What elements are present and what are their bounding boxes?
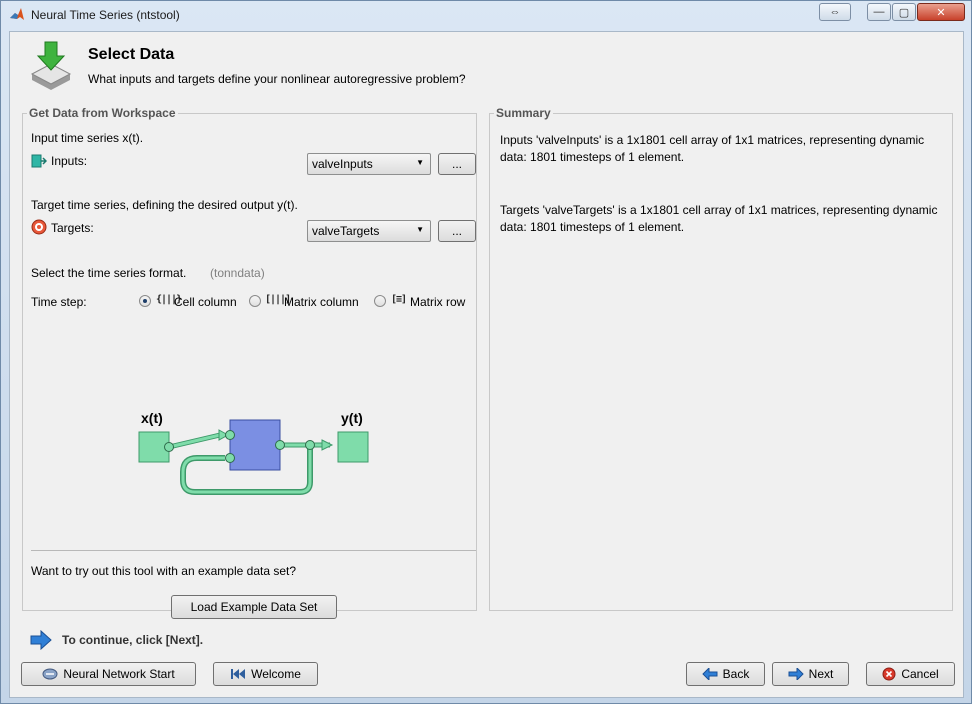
maximize-button[interactable]: ▢ <box>892 3 916 21</box>
matrix-column-radio[interactable] <box>249 295 261 307</box>
network-block <box>229 419 281 471</box>
load-example-button[interactable]: Load Example Data Set <box>171 595 337 619</box>
matrix-column-icon: [|||] <box>265 294 291 305</box>
cancel-icon <box>882 667 896 681</box>
inputs-select[interactable]: valveInputs ▼ <box>307 153 431 175</box>
continue-hint: To continue, click [Next]. <box>62 633 204 647</box>
title-bar[interactable]: Neural Time Series (ntstool) ⇔ — ▢ ✕ <box>1 1 971 29</box>
matrix-row-radio[interactable] <box>374 295 386 307</box>
inputs-icon <box>31 154 47 168</box>
arrow-left-icon <box>701 668 718 680</box>
arrow-right-icon <box>30 630 52 650</box>
inputs-label: Inputs: <box>51 154 88 168</box>
targets-select[interactable]: valveTargets ▼ <box>307 220 431 242</box>
chevron-down-icon: ▼ <box>416 158 424 167</box>
client-area: Select Data What inputs and targets defi… <box>9 31 964 698</box>
narx-diagram: x(t) y(t) <box>138 410 369 495</box>
targets-icon <box>31 219 47 235</box>
cell-column-radio[interactable] <box>139 295 151 307</box>
cancel-button[interactable]: Cancel <box>866 662 955 686</box>
cell-column-icon: {|||} <box>156 294 182 305</box>
workspace-panel-title: Get Data from Workspace <box>27 106 178 120</box>
matrix-row-label[interactable]: Matrix row <box>410 295 465 309</box>
welcome-button[interactable]: Welcome <box>213 662 318 686</box>
timestep-label: Time step: <box>31 295 87 309</box>
neural-network-start-button[interactable]: Neural Network Start <box>21 662 196 686</box>
output-node <box>337 431 369 463</box>
summary-targets-text: Targets 'valveTargets' is a 1x1801 cell … <box>500 203 938 234</box>
summary-inputs-text: Inputs 'valveInputs' is a 1x1801 cell ar… <box>500 133 925 164</box>
start-icon <box>42 668 58 680</box>
next-button[interactable]: Next <box>772 662 849 686</box>
restore-button[interactable]: ⇔ <box>819 3 851 21</box>
example-prompt: Want to try out this tool with an exampl… <box>31 564 297 578</box>
page-title: Select Data <box>88 46 175 63</box>
matlab-logo-icon <box>10 8 24 20</box>
chevron-down-icon: ▼ <box>416 225 424 234</box>
targets-label: Targets: <box>51 221 94 235</box>
inputs-browse-button[interactable]: ... <box>438 153 476 175</box>
divider <box>31 550 476 551</box>
page-subtitle: What inputs and targets define your nonl… <box>88 72 466 86</box>
app-window: Neural Time Series (ntstool) ⇔ — ▢ ✕ Sel… <box>0 0 972 704</box>
close-button[interactable]: ✕ <box>917 3 965 21</box>
rewind-icon <box>231 669 246 679</box>
cell-column-label[interactable]: Cell column <box>174 295 237 309</box>
summary-panel-title: Summary <box>494 106 553 120</box>
inputs-select-value: valveInputs <box>312 157 373 171</box>
import-data-icon <box>30 41 72 90</box>
diagram-y-label: y(t) <box>341 410 363 426</box>
workspace-panel: Get Data from Workspace Input time serie… <box>22 106 477 619</box>
format-hint: (tonndata) <box>210 266 265 280</box>
matrix-row-icon: [≡] <box>391 294 407 305</box>
input-prompt: Input time series x(t). <box>31 131 144 145</box>
minimize-button[interactable]: — <box>867 3 891 21</box>
back-button[interactable]: Back <box>686 662 765 686</box>
targets-select-value: valveTargets <box>312 224 380 238</box>
format-prompt: Select the time series format. <box>31 266 187 280</box>
summary-panel: Summary Inputs 'valveInputs' is a 1x1801… <box>489 106 953 611</box>
diagram-x-label: x(t) <box>141 410 163 426</box>
matrix-column-label[interactable]: Matrix column <box>284 295 359 309</box>
arrow-right-icon <box>788 668 804 680</box>
targets-browse-button[interactable]: ... <box>438 220 476 242</box>
window-title: Neural Time Series (ntstool) <box>31 8 180 22</box>
target-prompt: Target time series, defining the desired… <box>31 198 298 212</box>
